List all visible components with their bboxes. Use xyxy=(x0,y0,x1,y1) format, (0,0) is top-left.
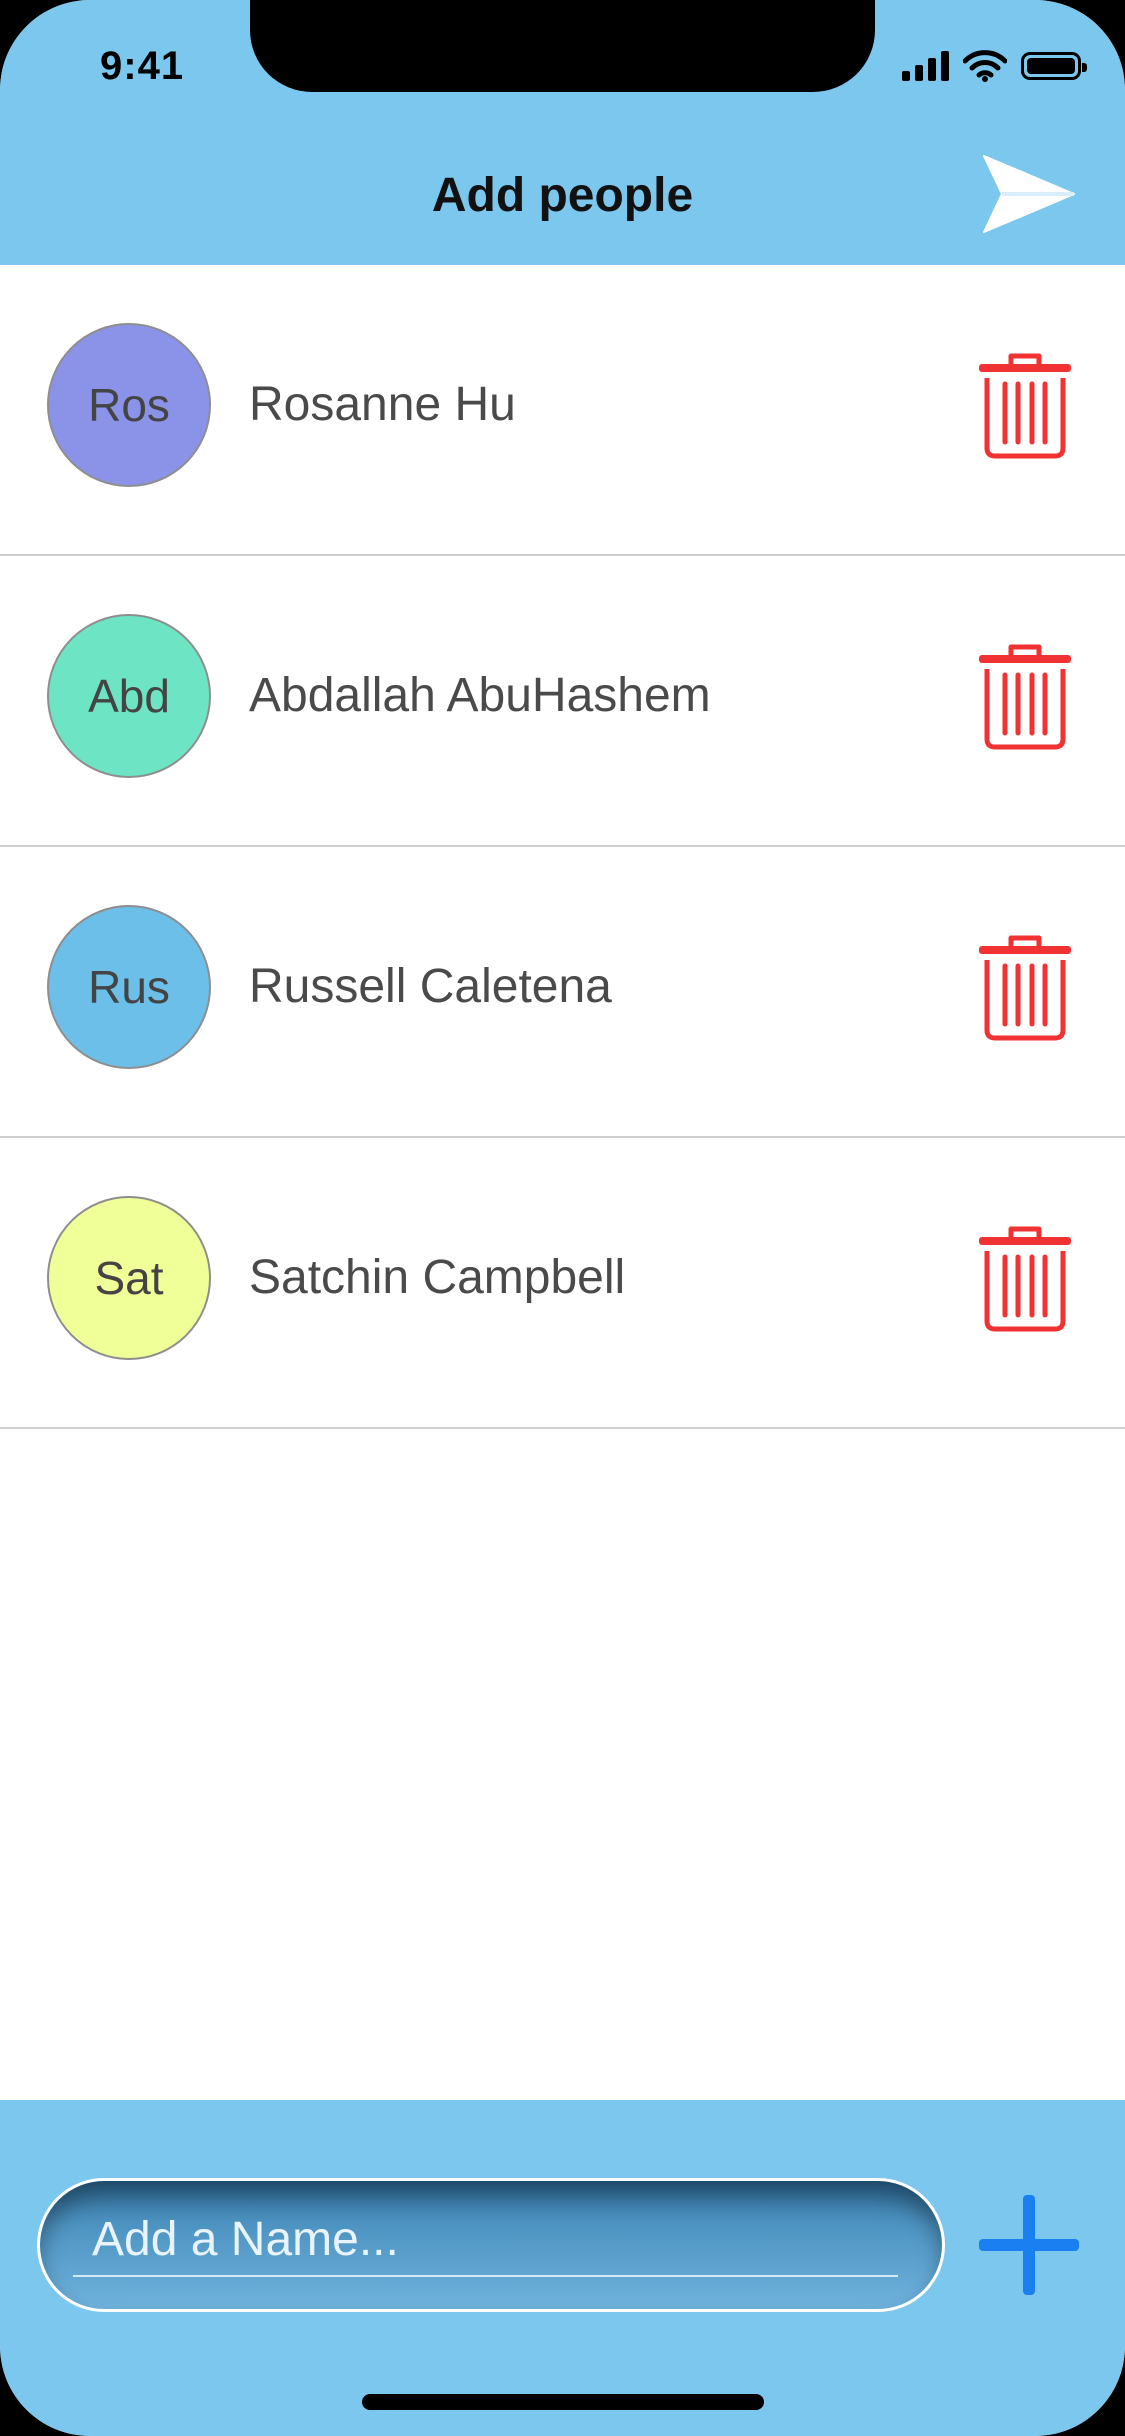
device-notch xyxy=(250,0,875,92)
trash-icon[interactable] xyxy=(975,932,1075,1042)
navigation-bar: 9:41 Add people xyxy=(0,0,1125,265)
name-input[interactable] xyxy=(90,2207,874,2271)
wifi-icon xyxy=(963,50,1007,82)
people-list: Ros Rosanne Hu Abd Abdallah AbuHashem Rus Rus… xyxy=(0,265,1125,1429)
status-icons xyxy=(902,50,1087,82)
cellular-signal-icon xyxy=(902,51,949,81)
name-input-container[interactable] xyxy=(37,2178,945,2312)
list-item[interactable]: Sat Satchin Campbell xyxy=(0,1138,1125,1429)
list-item[interactable]: Rus Russell Caletena xyxy=(0,847,1125,1138)
plus-icon[interactable] xyxy=(977,2193,1081,2297)
trash-icon[interactable] xyxy=(975,641,1075,751)
send-icon[interactable] xyxy=(978,150,1078,240)
person-name: Russell Caletena xyxy=(249,960,612,1013)
battery-icon xyxy=(1021,52,1087,80)
list-item[interactable]: Abd Abdallah AbuHashem xyxy=(0,556,1125,847)
person-name: Abdallah AbuHashem xyxy=(249,669,711,722)
phone-screen: 9:41 Add people Ros Rosanne Hu Abd Abdallah… xyxy=(0,0,1125,2436)
avatar: Rus xyxy=(47,905,211,1069)
person-name: Satchin Campbell xyxy=(249,1251,626,1304)
list-item[interactable]: Ros Rosanne Hu xyxy=(0,265,1125,556)
avatar: Ros xyxy=(47,323,211,487)
status-time: 9:41 xyxy=(100,44,185,88)
avatar: Sat xyxy=(47,1196,211,1360)
input-underline xyxy=(73,2275,898,2277)
avatar: Abd xyxy=(47,614,211,778)
trash-icon[interactable] xyxy=(975,1223,1075,1333)
composer-bar xyxy=(0,2100,1125,2436)
person-name: Rosanne Hu xyxy=(249,378,516,431)
home-indicator[interactable] xyxy=(362,2394,764,2410)
trash-icon[interactable] xyxy=(975,350,1075,460)
page-title: Add people xyxy=(431,169,694,222)
